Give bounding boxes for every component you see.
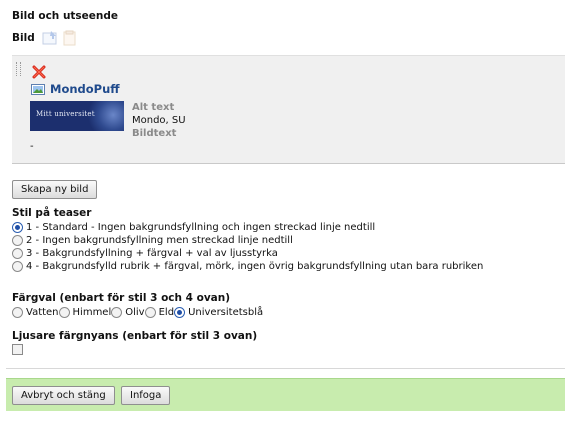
image-label: Bild [12,32,35,44]
color-option[interactable]: Eld [144,307,175,318]
drag-handle[interactable] [16,62,21,76]
teaser-style-option[interactable]: 4 - Bakgrundsfylld rubrik + färgval, mör… [12,261,483,272]
teaser-style-option-label: 3 - Bakgrundsfyllning + färgval + val av… [26,248,278,259]
teaser-style-option-label: 2 - Ingen bakgrundsfyllning men streckad… [26,235,293,246]
color-option-label: Oliv [125,307,145,318]
lighter-shade-checkbox[interactable] [12,344,23,355]
color-radio[interactable] [144,307,156,318]
dialog-footer: Avbryt och stäng Infoga [6,378,565,411]
color-option-label: Vatten [26,307,59,318]
color-option[interactable]: Himmel [58,307,112,318]
caption-label: Bildtext [132,128,177,139]
alt-text-value: Mondo, SU [132,115,186,126]
color-option-label: Universitetsblå [188,307,264,318]
color-radio[interactable] [111,307,123,318]
color-radio[interactable] [12,307,23,318]
color-option[interactable]: Universitetsblå [174,307,263,318]
teaser-style-option[interactable]: 3 - Bakgrundsfyllning + färgval + val av… [12,248,278,259]
puff-title-link[interactable]: MondoPuff [50,82,120,96]
teaser-style-option[interactable]: 1 - Standard - Ingen bakgrundsfyllning o… [12,222,375,233]
section-title: Bild och utseende [12,10,119,22]
thumbnail-text: Mitt universitet [36,110,95,118]
color-choice-options: Vatten Himmel Oliv Eld Universitetsblå [12,307,263,318]
color-choice-title: Färgval (enbart för stil 3 och 4 ovan) [12,292,231,304]
teaser-style-radio[interactable] [12,235,23,246]
caption-placeholder-dash: - [30,141,34,152]
image-preview: MondoPuff Mitt universitet Alt text Mond… [12,55,565,164]
insert-button[interactable]: Infoga [121,386,171,405]
remove-image-icon[interactable] [61,30,77,46]
color-option[interactable]: Vatten [12,307,59,318]
teaser-style-option-label: 4 - Bakgrundsfylld rubrik + färgval, mör… [26,261,484,272]
teaser-style-option-label: 1 - Standard - Ingen bakgrundsfyllning o… [26,222,376,233]
color-option-label: Himmel [72,307,112,318]
create-new-image-button[interactable]: Skapa ny bild [12,180,98,199]
delete-icon[interactable] [32,65,46,79]
alt-text-label: Alt text [132,102,175,113]
image-file-icon [31,84,45,95]
teaser-style-radio[interactable] [12,222,23,233]
lighter-shade-title: Ljusare färgnyans (enbart för stil 3 ova… [12,330,258,342]
image-thumbnail: Mitt universitet [30,101,124,131]
select-image-icon[interactable] [42,30,58,46]
image-toolbar: Bild [12,29,77,47]
teaser-style-radio[interactable] [12,261,23,272]
color-radio[interactable] [174,307,186,318]
color-option-label: Eld [158,307,175,318]
cancel-and-close-button[interactable]: Avbryt och stäng [12,386,115,405]
color-radio[interactable] [58,307,70,318]
teaser-style-option[interactable]: 2 - Ingen bakgrundsfyllning men streckad… [12,235,293,246]
teaser-style-radio[interactable] [12,248,23,259]
color-option[interactable]: Oliv [111,307,145,318]
teaser-style-title: Stil på teaser [12,207,92,219]
